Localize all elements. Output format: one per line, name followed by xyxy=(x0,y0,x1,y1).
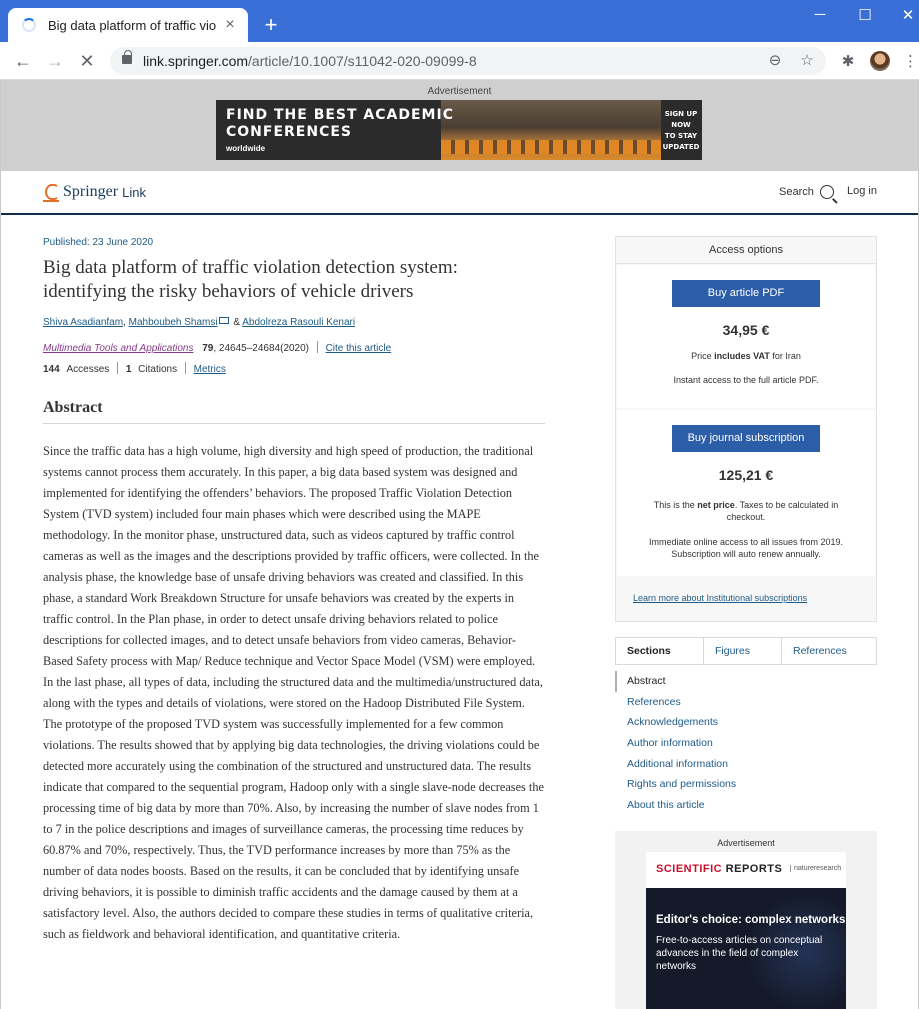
section-link-references[interactable]: References xyxy=(615,692,877,713)
section-tabs: Sections Figures References xyxy=(615,637,877,665)
ad-subline: worldwide xyxy=(226,144,266,153)
zoom-icon[interactable]: ⊖ xyxy=(765,51,785,69)
divider xyxy=(316,341,318,353)
ad-signup-cta[interactable]: SIGN UP NOW TO STAY UPDATED xyxy=(661,109,701,153)
citation-line: Multimedia Tools and Applications 79, 24… xyxy=(43,341,545,354)
ad-headline: Editor's choice: complex networks xyxy=(656,914,846,926)
minimize-icon[interactable]: ─ xyxy=(810,6,830,23)
subscription-price: 125,21 € xyxy=(718,467,774,483)
pdf-access-note: Instant access to the full article PDF. xyxy=(673,375,819,385)
browser-tab[interactable]: Big data platform of traffic violation d… xyxy=(8,8,248,42)
publish-date: Published: 23 June 2020 xyxy=(43,237,154,248)
ad-description: Free-to-access articles on conceptual ad… xyxy=(656,935,823,972)
page-viewport: Advertisement FIND THE BEST ACADEMIC CON… xyxy=(0,80,919,1009)
maximize-icon[interactable]: ☐ xyxy=(855,6,875,24)
loading-spinner-icon xyxy=(22,18,36,32)
ad-headline: FIND THE BEST ACADEMIC CONFERENCES xyxy=(226,107,454,140)
ad-label: Advertisement xyxy=(427,86,492,97)
author-list: Shiva Asadianfam, Mahboubeh Shamsi & Abd… xyxy=(43,317,356,328)
pages: , 24645–24684(2020) xyxy=(213,343,310,354)
section-link-rights-permissions[interactable]: Rights and permissions xyxy=(615,774,877,795)
search-icon xyxy=(819,185,834,199)
section-link-acknowledgements[interactable]: Acknowledgements xyxy=(615,712,877,733)
search-button[interactable]: Search xyxy=(779,185,834,199)
abstract-text: Since the traffic data has a high volume… xyxy=(43,444,544,941)
author-link[interactable]: Abdolreza Rasouli Kenari xyxy=(242,317,355,328)
login-link[interactable]: Log in xyxy=(847,185,877,197)
journal-link[interactable]: Multimedia Tools and Applications xyxy=(43,343,193,354)
divider xyxy=(184,362,186,374)
volume: 79 xyxy=(202,343,214,354)
tab-title: Big data platform of traffic violation d… xyxy=(48,17,216,33)
subscription-note: Immediate online access to all issues fr… xyxy=(648,537,844,559)
access-options-box: Access options Buy article PDF 34,95 € P… xyxy=(615,236,877,622)
section-link-abstract[interactable]: Abstract xyxy=(615,671,877,692)
net-price-note: This is the net price. Taxes to be calcu… xyxy=(653,500,839,522)
browser-titlebar: Big data platform of traffic violation d… xyxy=(0,0,919,42)
extensions-icon[interactable]: ✱ xyxy=(838,52,858,70)
browser-menu-icon[interactable]: ⋮ xyxy=(903,52,918,70)
divider xyxy=(117,362,119,374)
conference-ad-banner[interactable]: FIND THE BEST ACADEMIC CONFERENCES world… xyxy=(216,100,702,160)
author-link[interactable]: Mahboubeh Shamsi xyxy=(129,317,218,328)
new-tab-button[interactable]: + xyxy=(258,12,284,38)
back-icon[interactable]: ← xyxy=(10,48,36,74)
section-link-additional-information[interactable]: Additional information xyxy=(615,754,877,775)
pdf-price: 34,95 € xyxy=(722,322,770,338)
access-options-heading: Access options xyxy=(616,237,876,264)
bookmark-star-icon[interactable]: ☆ xyxy=(797,51,817,69)
ad-brand: SCIENTIFIC REPORTS xyxy=(656,863,783,875)
pdf-purchase-card: Buy article PDF 34,95 € Price includes V… xyxy=(617,265,875,408)
section-list: Abstract References Acknowledgements Aut… xyxy=(615,671,877,816)
forward-icon[interactable]: → xyxy=(42,48,68,74)
ad-publisher: natureresearch xyxy=(790,865,841,872)
tab-figures[interactable]: Figures xyxy=(703,638,781,664)
article-main: Published: 23 June 2020 Big data platfor… xyxy=(43,237,545,945)
metrics-link[interactable]: Metrics xyxy=(194,364,226,375)
email-icon[interactable] xyxy=(218,317,229,324)
scientific-reports-ad[interactable]: SCIENTIFIC REPORTS natureresearch Editor… xyxy=(646,852,846,1009)
springer-link-logo[interactable]: Springer Link xyxy=(43,182,146,202)
window-close-icon[interactable]: ✕ xyxy=(898,6,918,24)
abstract-heading: Abstract xyxy=(43,399,545,424)
cite-article-link[interactable]: Cite this article xyxy=(326,343,392,354)
profile-avatar[interactable] xyxy=(870,51,890,71)
buy-article-pdf-button[interactable]: Buy article PDF xyxy=(672,280,820,307)
subscription-card: Buy journal subscription 125,21 € This i… xyxy=(617,410,875,576)
section-link-author-information[interactable]: Author information xyxy=(615,733,877,754)
side-ad: Advertisement SCIENTIFIC REPORTS naturer… xyxy=(615,831,877,1009)
springer-horse-icon xyxy=(43,182,59,202)
ad-label: Advertisement xyxy=(717,838,775,848)
stop-loading-icon[interactable]: ✕ xyxy=(74,48,100,74)
site-header: Springer Link Search Log in xyxy=(1,171,918,215)
browser-toolbar: ← → ✕ link.springer.com/article/10.1007/… xyxy=(0,42,919,80)
article-title: Big data platform of traffic violation d… xyxy=(43,257,458,302)
conference-photo xyxy=(441,100,661,160)
tab-references[interactable]: References xyxy=(781,638,876,664)
author-link[interactable]: Shiva Asadianfam xyxy=(43,317,123,328)
buy-journal-subscription-button[interactable]: Buy journal subscription xyxy=(672,425,820,452)
top-ad-band: Advertisement FIND THE BEST ACADEMIC CON… xyxy=(1,80,918,171)
tab-close-icon[interactable]: × xyxy=(222,16,238,34)
lock-icon xyxy=(122,50,132,64)
url-text[interactable]: link.springer.com/article/10.1007/s11042… xyxy=(143,53,477,69)
tab-sections[interactable]: Sections xyxy=(616,638,703,664)
address-bar[interactable]: link.springer.com/article/10.1007/s11042… xyxy=(110,47,826,75)
section-link-about-article[interactable]: About this article xyxy=(615,795,877,816)
article-metrics: 144 Accesses 1 Citations Metrics xyxy=(43,362,226,375)
vat-note: Price includes VAT for Iran xyxy=(691,351,801,361)
institutional-subscriptions-link[interactable]: Learn more about Institutional subscript… xyxy=(633,593,807,603)
